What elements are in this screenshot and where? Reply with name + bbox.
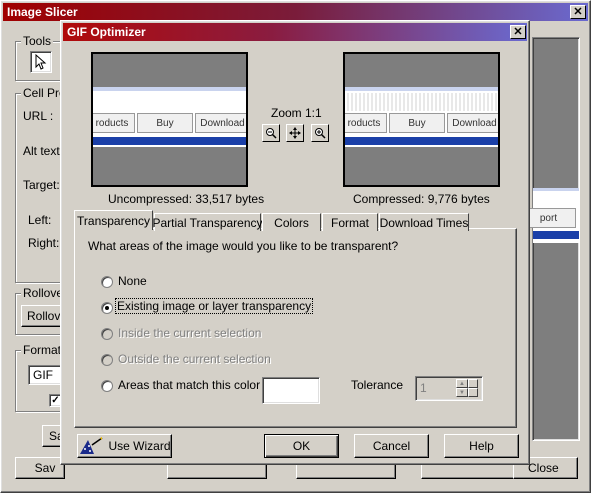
compressed-preview: roducts Buy Download <box>343 52 500 187</box>
alt-text-label: Alt text: <box>23 144 64 158</box>
url-label: URL : <box>23 109 54 123</box>
spin-up-icon[interactable]: ▲ <box>456 379 468 388</box>
left-label: Left: <box>28 213 52 227</box>
option-existing-transparency-label[interactable]: Existing image or layer transparency <box>114 298 314 314</box>
format-group-label: Format <box>21 343 64 357</box>
zoom-in-icon <box>315 128 326 139</box>
tools-group-label: Tools <box>21 34 54 48</box>
save-button[interactable]: Sav <box>15 457 65 479</box>
use-wizard-button[interactable]: Use Wizard <box>77 434 172 458</box>
cancel-button-label: Cancel <box>372 439 411 453</box>
option-outside-selection-label: Outside the current selection <box>118 352 271 366</box>
gif-optimizer-titlebar: GIF Optimizer <box>63 23 527 41</box>
pan-button[interactable] <box>286 124 304 142</box>
gif-optimizer-close-icon[interactable]: ✕ <box>510 25 526 39</box>
tab-transparency[interactable]: Transparency <box>74 210 153 230</box>
radio-outside-selection <box>101 354 113 366</box>
format-select-value: GIF <box>33 368 53 382</box>
slicer-preview-strip: port <box>521 188 579 243</box>
compressed-size-label: Compressed: 9,776 bytes <box>353 192 490 206</box>
ok-button[interactable]: OK <box>264 434 339 458</box>
uncompressed-preview: roducts Buy Download <box>91 52 248 187</box>
uncompressed-size-label: Uncompressed: 33,517 bytes <box>108 192 265 206</box>
move-icon <box>289 127 301 139</box>
tolerance-spinner[interactable]: 1 ▲ ▼ <box>415 376 483 401</box>
gif-optimizer-dialog: GIF Optimizer ✕ roducts Buy Download rod… <box>60 20 530 465</box>
zoom-out-icon <box>266 128 277 139</box>
image-slicer-titlebar: Image Slicer <box>3 3 588 21</box>
option-match-color-label[interactable]: Areas that match this color <box>118 378 260 392</box>
preview-download-button: Download <box>195 113 246 133</box>
compressed-buy-button: Buy <box>389 113 445 133</box>
radio-match-color[interactable] <box>101 380 113 392</box>
close-button-label: Close <box>528 461 559 475</box>
use-wizard-label: Use Wizard <box>108 439 171 453</box>
tab-colors[interactable]: Colors <box>262 213 321 231</box>
wizard-icon <box>80 437 103 454</box>
pointer-tool-icon[interactable] <box>30 51 52 73</box>
radio-inside-selection <box>101 328 113 340</box>
preview-buy-button: Buy <box>137 113 193 133</box>
compressed-products-button: roducts <box>345 113 387 133</box>
zoom-in-button[interactable] <box>311 124 329 142</box>
radio-existing-transparency[interactable] <box>101 302 113 314</box>
image-slicer-close-icon[interactable]: ✕ <box>570 5 586 19</box>
tab-partial-transparency[interactable]: Partial Transparency <box>152 213 263 231</box>
help-button[interactable]: Help <box>444 434 519 458</box>
transparency-question: What areas of the image would you like t… <box>88 239 399 253</box>
rollover-group-label: Rollove <box>21 286 66 300</box>
image-slicer-title: Image Slicer <box>7 5 78 19</box>
slicer-preview-area: port <box>521 37 580 441</box>
tab-format[interactable]: Format <box>322 213 378 231</box>
zoom-label: Zoom 1:1 <box>271 106 322 120</box>
tolerance-value: 1 <box>420 381 427 395</box>
cancel-button[interactable]: Cancel <box>354 434 429 458</box>
option-none-label[interactable]: None <box>118 274 147 288</box>
gif-optimizer-title: GIF Optimizer <box>67 25 146 39</box>
option-inside-selection-label: Inside the current selection <box>118 326 262 340</box>
zoom-out-button[interactable] <box>262 124 280 142</box>
spin-down-icon[interactable]: ▼ <box>456 388 468 397</box>
right-label: Right: <box>28 236 60 250</box>
help-button-label: Help <box>469 439 494 453</box>
preview-products-button: roducts <box>93 113 135 133</box>
spin-down-alt-icon[interactable] <box>468 388 478 397</box>
radio-none[interactable] <box>101 276 113 288</box>
save-button-label: Sav <box>34 461 56 475</box>
target-label: Target: <box>23 178 60 192</box>
tab-download-times[interactable]: Download Times <box>379 213 469 231</box>
spin-up-alt-icon[interactable] <box>468 379 478 388</box>
ok-button-label: OK <box>292 439 311 453</box>
color-swatch[interactable] <box>262 377 320 404</box>
compressed-download-button: Download <box>447 113 498 133</box>
tolerance-label: Tolerance <box>351 378 404 392</box>
